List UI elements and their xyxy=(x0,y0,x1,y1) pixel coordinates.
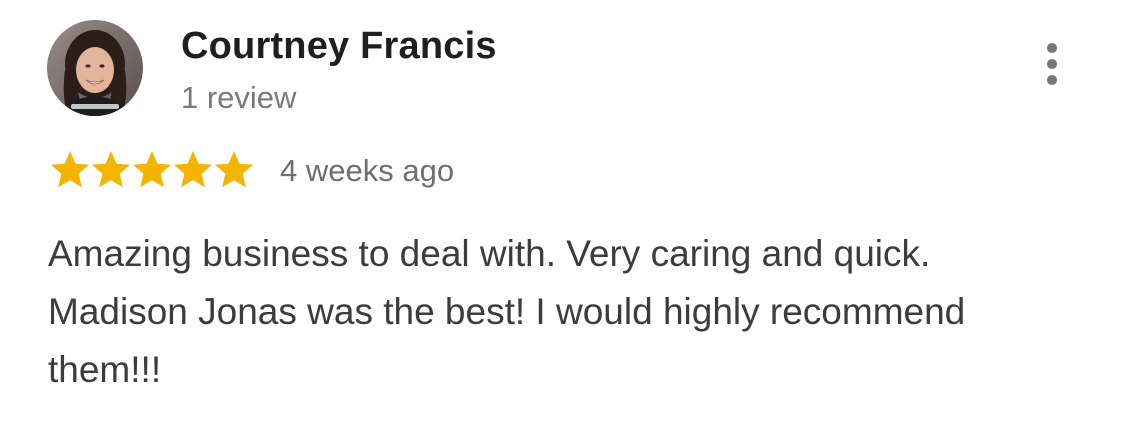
review-text: Amazing business to deal with. Very cari… xyxy=(48,233,966,390)
star-icon xyxy=(131,149,173,191)
author-name[interactable]: Courtney Francis xyxy=(181,25,497,68)
star-rating xyxy=(49,149,255,193)
star-icon xyxy=(172,149,214,191)
profile-photo xyxy=(47,20,143,116)
star-icon xyxy=(90,149,132,191)
star-icon xyxy=(49,149,91,191)
review-card: Courtney Francis 1 review 4 weeks ago Am… xyxy=(0,0,1125,424)
review-time: 4 weeks ago xyxy=(280,153,455,188)
more-options-button[interactable] xyxy=(1035,38,1069,90)
rating-row: 4 weeks ago xyxy=(49,148,454,194)
author-avatar[interactable] xyxy=(47,20,143,116)
more-vert-icon xyxy=(1047,43,1057,85)
review-count[interactable]: 1 review xyxy=(181,80,296,116)
star-icon xyxy=(213,149,255,191)
